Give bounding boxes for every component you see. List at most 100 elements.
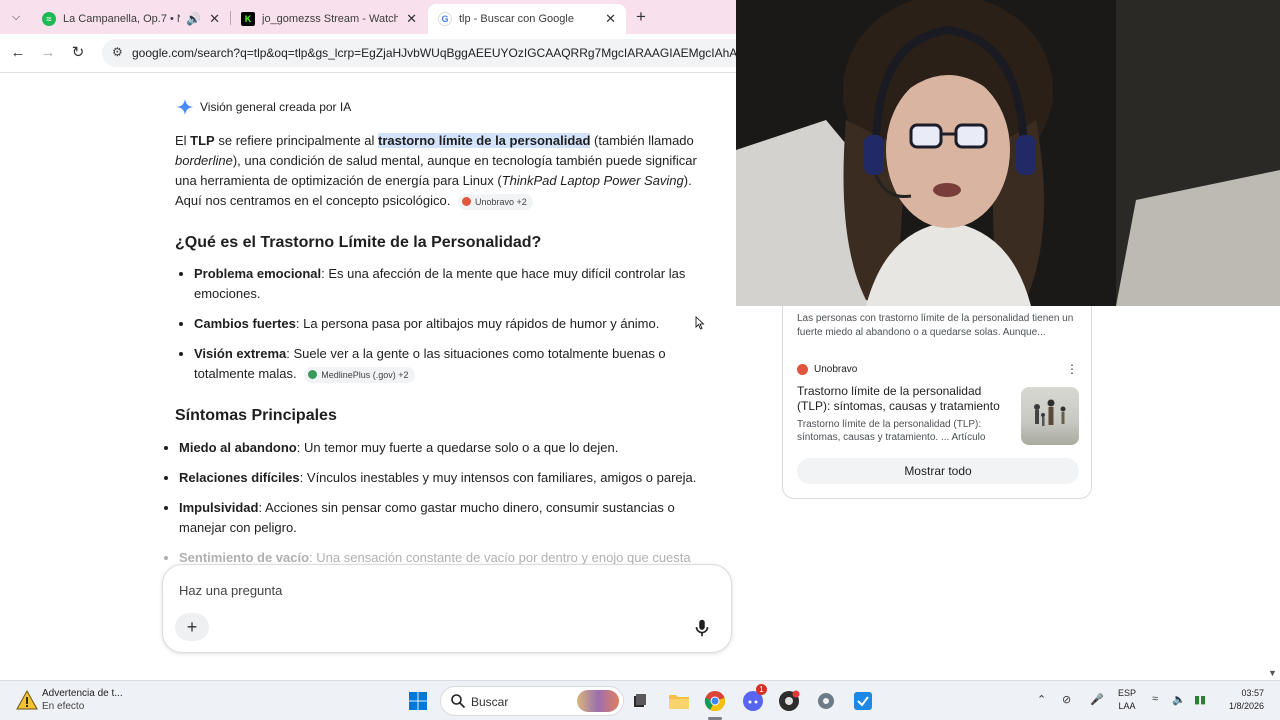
tab-search-button[interactable]: ⌵ (6, 7, 26, 27)
microphone-tray-icon[interactable]: 🎤 (1090, 693, 1104, 706)
ai-overview-title: Visión general creada por IA (200, 100, 352, 114)
item-term: Relaciones difíciles (179, 470, 300, 485)
arrow-left-icon: ← (10, 44, 26, 61)
new-tab-button[interactable]: + (632, 7, 650, 27)
tab-google-search[interactable]: G tlp - Buscar con Google ✕ (428, 4, 626, 34)
weather-title: Advertencia de t... (42, 688, 123, 699)
show-all-button[interactable]: Mostrar todo (797, 458, 1079, 484)
warning-icon (16, 689, 38, 710)
clock[interactable]: 03:57 1/8/2026 (1218, 687, 1264, 713)
volume-icon[interactable]: 🔈 (1172, 693, 1186, 706)
mouse-cursor-icon (695, 316, 705, 330)
clock-date: 1/8/2026 (1228, 701, 1264, 711)
ai-overview-header: Visión general creada por IA (176, 98, 351, 116)
notification-badge: 1 (756, 684, 767, 695)
gemini-sparkle-icon (176, 98, 194, 116)
close-tab-icon[interactable]: ✕ (209, 11, 220, 27)
source-snippet[interactable]: Las personas con trastorno límite de la … (797, 312, 1082, 340)
language-code: ESP (1118, 688, 1137, 698)
item-text: : La persona pasa por altibajos muy rápi… (295, 316, 660, 331)
wifi-icon[interactable]: ≈ (1152, 693, 1158, 705)
definition-list: Problema emocional: Es una afección de l… (176, 264, 716, 394)
address-bar[interactable]: ⚙ google.com/search?q=tlp&oq=tlp&gs_lcrp… (102, 39, 762, 67)
site-info-icon[interactable]: ⚙ (112, 45, 123, 59)
add-button[interactable]: + (175, 613, 209, 641)
reload-icon: ↻ (71, 44, 85, 61)
ask-question-box[interactable]: Haz una pregunta + (162, 564, 732, 653)
intro-text: (también llamado (590, 133, 694, 148)
reload-button[interactable]: ↻ (68, 43, 88, 63)
task-view-button[interactable] (628, 689, 652, 713)
source-snippet: Trastorno límite de la personalidad (TLP… (797, 419, 986, 443)
chrome-button[interactable] (703, 689, 727, 713)
tab-kick[interactable]: K jo_gomezss Stream - Watch Live ✕ (231, 4, 427, 34)
search-highlight-image (577, 690, 619, 712)
search-label: Buscar (471, 695, 509, 709)
item-text: : Vínculos inestables y muy intensos con… (299, 470, 697, 485)
intro-borderline: borderline (175, 153, 233, 168)
section-heading: ¿Qué es el Trastorno Límite de la Person… (175, 234, 542, 251)
url-text: google.com/search?q=tlp&oq=tlp&gs_lcrp=E… (132, 46, 752, 60)
clock-time: 03:57 (1241, 688, 1264, 698)
list-item: Visión extrema: Suele ver a la gente o l… (176, 344, 716, 384)
windows-taskbar: Advertencia de t... En efecto Buscar 1 ⌃… (0, 680, 1280, 720)
unobravo-icon (797, 364, 808, 375)
file-explorer-button[interactable] (667, 689, 691, 713)
keyboard-layout: LAA (1118, 701, 1136, 711)
item-term: Impulsividad (179, 500, 259, 515)
microphone-icon[interactable] (691, 617, 713, 639)
gear-icon (818, 693, 834, 709)
kick-icon: K (241, 12, 255, 26)
source-chip-unobravo[interactable]: Unobravo +2 (457, 193, 533, 210)
forward-button[interactable]: → (38, 43, 58, 63)
highlighted-term: trastorno límite de la personalidad (378, 133, 591, 148)
item-term: Cambios fuertes (194, 316, 296, 331)
back-button[interactable]: ← (8, 43, 28, 63)
settings-button[interactable] (814, 689, 838, 713)
chip-label: Unobravo +2 (474, 196, 527, 207)
sources-panel: Las personas con trastorno límite de la … (782, 300, 1092, 499)
source-name: Unobravo (814, 364, 858, 375)
weather-widget[interactable]: Advertencia de t... En efecto (16, 687, 123, 713)
source-chip-medlineplus[interactable]: MedlinePlus (.gov) +2 (304, 366, 415, 383)
chevron-down-icon: ⌵ (11, 10, 21, 23)
scroll-down-arrow-icon[interactable]: ▼ (1268, 668, 1277, 678)
list-item: Problema emocional: Es una afección de l… (176, 264, 716, 304)
chrome-icon (704, 691, 725, 712)
close-tab-icon[interactable]: ✕ (406, 11, 417, 27)
battery-icon[interactable]: ▮▮ (1194, 693, 1206, 706)
chip-label: MedlinePlus (.gov) +2 (321, 369, 409, 380)
medlineplus-icon (308, 370, 318, 380)
section-heading: Síntomas Principales (175, 407, 337, 424)
item-term: Problema emocional (194, 266, 322, 281)
more-options-icon[interactable]: ⋮ (1066, 362, 1078, 376)
obs-icon (779, 690, 800, 711)
camera-off-icon[interactable]: ⊘ (1062, 693, 1071, 706)
task-view-icon (634, 694, 646, 707)
show-hidden-icons-chevron-icon[interactable]: ⌃ (1037, 693, 1046, 706)
start-button[interactable] (406, 689, 430, 713)
list-item: Impulsividad: Acciones sin pensar como g… (161, 498, 701, 538)
speaker-icon[interactable]: 🔊 (186, 12, 201, 26)
tab-spotify[interactable]: ≈ La Campanella, Op.7 • Nicc 🔊 ✕ (32, 4, 230, 34)
ai-overview-intro: El TLP se refiere principalmente al tras… (175, 131, 720, 211)
list-item: Relaciones difíciles: Vínculos inestable… (161, 468, 701, 488)
source-thumbnail[interactable] (1021, 387, 1079, 445)
source-title[interactable]: Trastorno límite de la personalidad (TLP… (797, 384, 1007, 414)
item-text: : Un temor muy fuerte a quedarse solo o … (296, 440, 619, 455)
discord-button[interactable]: 1 (741, 684, 767, 713)
google-icon: G (438, 12, 452, 26)
tab-title: tlp - Buscar con Google (459, 13, 574, 25)
item-term: Miedo al abandono (179, 440, 297, 455)
ask-input[interactable]: Haz una pregunta (179, 583, 282, 598)
item-term: Sentimiento de vacío (179, 550, 310, 565)
webcam-overlay (736, 0, 1280, 306)
taskbar-search[interactable]: Buscar (440, 686, 624, 716)
item-term: Visión extrema (194, 346, 287, 361)
obs-button[interactable] (777, 689, 801, 713)
language-indicator[interactable]: ESP LAA (1118, 687, 1136, 713)
close-tab-icon[interactable]: ✕ (605, 11, 616, 27)
checklist-icon (854, 692, 872, 710)
source-site[interactable]: Unobravo (797, 364, 857, 375)
clipboard-app-button[interactable] (851, 689, 875, 713)
